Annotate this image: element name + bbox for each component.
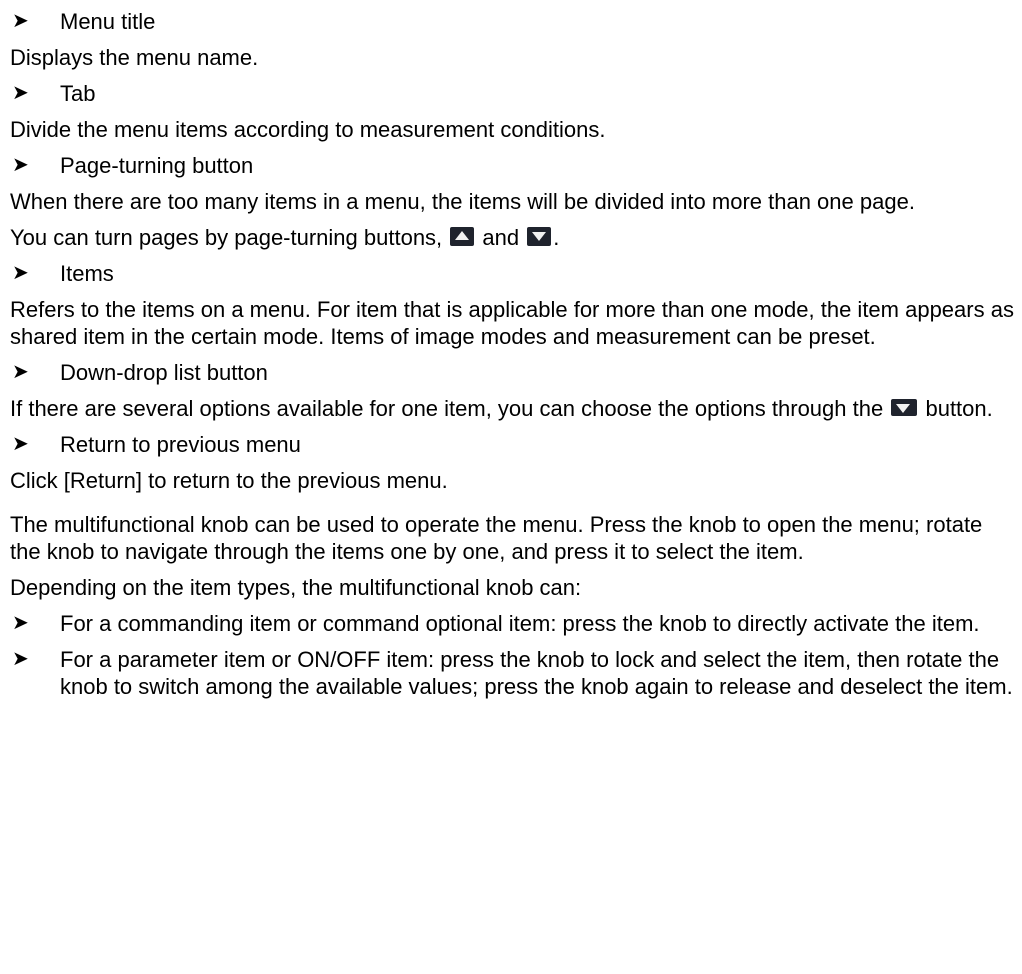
section-heading-menu-title: ➤ Menu title bbox=[10, 8, 1015, 35]
depending-paragraph: Depending on the item types, the multifu… bbox=[10, 575, 582, 600]
dropdown-paragraph: If there are several options available f… bbox=[10, 395, 1015, 422]
page-turn-text-before: You can turn pages by page-turning butto… bbox=[10, 225, 443, 250]
arrow-bullet-icon: ➤ bbox=[12, 433, 29, 455]
heading-text: Return to previous menu bbox=[60, 432, 301, 457]
paragraph: When there are too many items in a menu,… bbox=[10, 189, 915, 214]
arrow-bullet-icon: ➤ bbox=[12, 612, 29, 634]
list-item: ➤ For a commanding item or command optio… bbox=[10, 610, 1015, 637]
section-heading-tab: ➤ Tab bbox=[10, 80, 1015, 107]
page-down-icon bbox=[527, 227, 552, 246]
paragraph: Refers to the items on a menu. For item … bbox=[10, 297, 1014, 349]
arrow-bullet-icon: ➤ bbox=[12, 154, 29, 176]
section-heading-dropdown: ➤ Down-drop list button bbox=[10, 359, 1015, 386]
heading-text: Page-turning button bbox=[60, 153, 254, 178]
list-item-text: For a commanding item or command optiona… bbox=[60, 611, 980, 636]
page-up-icon bbox=[450, 227, 475, 246]
knob-paragraph: The multifunctional knob can be used to … bbox=[10, 512, 983, 564]
dropdown-text-before: If there are several options available f… bbox=[10, 396, 884, 421]
list-item-text: For a parameter item or ON/OFF item: pre… bbox=[60, 647, 1013, 699]
page-turn-text-middle: and bbox=[482, 225, 520, 250]
dropdown-text-after: button. bbox=[925, 396, 993, 421]
document-body: ➤ Menu title Displays the menu name. ➤ T… bbox=[10, 0, 1015, 700]
page-turn-paragraph: You can turn pages by page-turning butto… bbox=[10, 224, 1015, 251]
section-heading-page-turning: ➤ Page-turning button bbox=[10, 152, 1015, 179]
heading-text: Menu title bbox=[60, 9, 156, 34]
paragraph: Displays the menu name. bbox=[10, 45, 259, 70]
list-item: ➤ For a parameter item or ON/OFF item: p… bbox=[10, 646, 1015, 700]
section-heading-return: ➤ Return to previous menu bbox=[10, 431, 1015, 458]
dropdown-arrow-icon bbox=[891, 399, 918, 416]
arrow-bullet-icon: ➤ bbox=[12, 262, 29, 284]
page-turn-text-after: . bbox=[553, 225, 560, 250]
arrow-bullet-icon: ➤ bbox=[12, 82, 29, 104]
paragraph: Click [Return] to return to the previous… bbox=[10, 468, 448, 493]
arrow-bullet-icon: ➤ bbox=[12, 361, 29, 383]
heading-text: Tab bbox=[60, 81, 96, 106]
arrow-bullet-icon: ➤ bbox=[12, 10, 29, 32]
heading-text: Items bbox=[60, 261, 114, 286]
heading-text: Down-drop list button bbox=[60, 360, 268, 385]
arrow-bullet-icon: ➤ bbox=[12, 648, 29, 670]
paragraph: Divide the menu items according to measu… bbox=[10, 117, 606, 142]
section-heading-items: ➤ Items bbox=[10, 260, 1015, 287]
